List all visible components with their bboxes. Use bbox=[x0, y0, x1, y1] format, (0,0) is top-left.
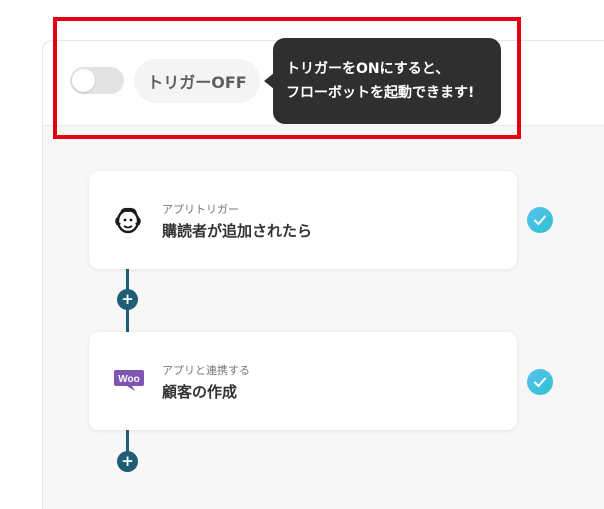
check-icon bbox=[527, 369, 553, 395]
add-step-button[interactable]: + bbox=[117, 451, 138, 472]
mailchimp-icon bbox=[111, 204, 145, 236]
check-icon bbox=[527, 207, 553, 233]
plus-icon: + bbox=[121, 290, 134, 308]
plus-icon: + bbox=[121, 452, 134, 470]
svg-text:Woo: Woo bbox=[118, 374, 139, 385]
toggle-knob bbox=[72, 69, 95, 92]
step-title: 購読者が追加されたら bbox=[162, 222, 313, 240]
trigger-toggle[interactable] bbox=[70, 67, 124, 94]
step-subtitle: アプリトリガー bbox=[162, 203, 239, 216]
step-subtitle: アプリと連携する bbox=[162, 364, 250, 377]
woocommerce-icon: Woo bbox=[113, 369, 147, 401]
add-step-button[interactable]: + bbox=[117, 289, 138, 310]
step-card-trigger[interactable]: アプリトリガー 購読者が追加されたら bbox=[89, 171, 517, 269]
trigger-tooltip: トリガーをONにすると、 フローボットを起動できます! bbox=[273, 38, 501, 124]
tooltip-line-1: トリガーをONにすると、 bbox=[286, 61, 450, 77]
tooltip-line-2: フローボットを起動できます! bbox=[286, 85, 475, 101]
trigger-status-label: トリガーOFF bbox=[134, 59, 260, 103]
step-card-action[interactable]: Woo アプリと連携する 顧客の作成 bbox=[89, 332, 517, 430]
step-title: 顧客の作成 bbox=[162, 383, 238, 401]
